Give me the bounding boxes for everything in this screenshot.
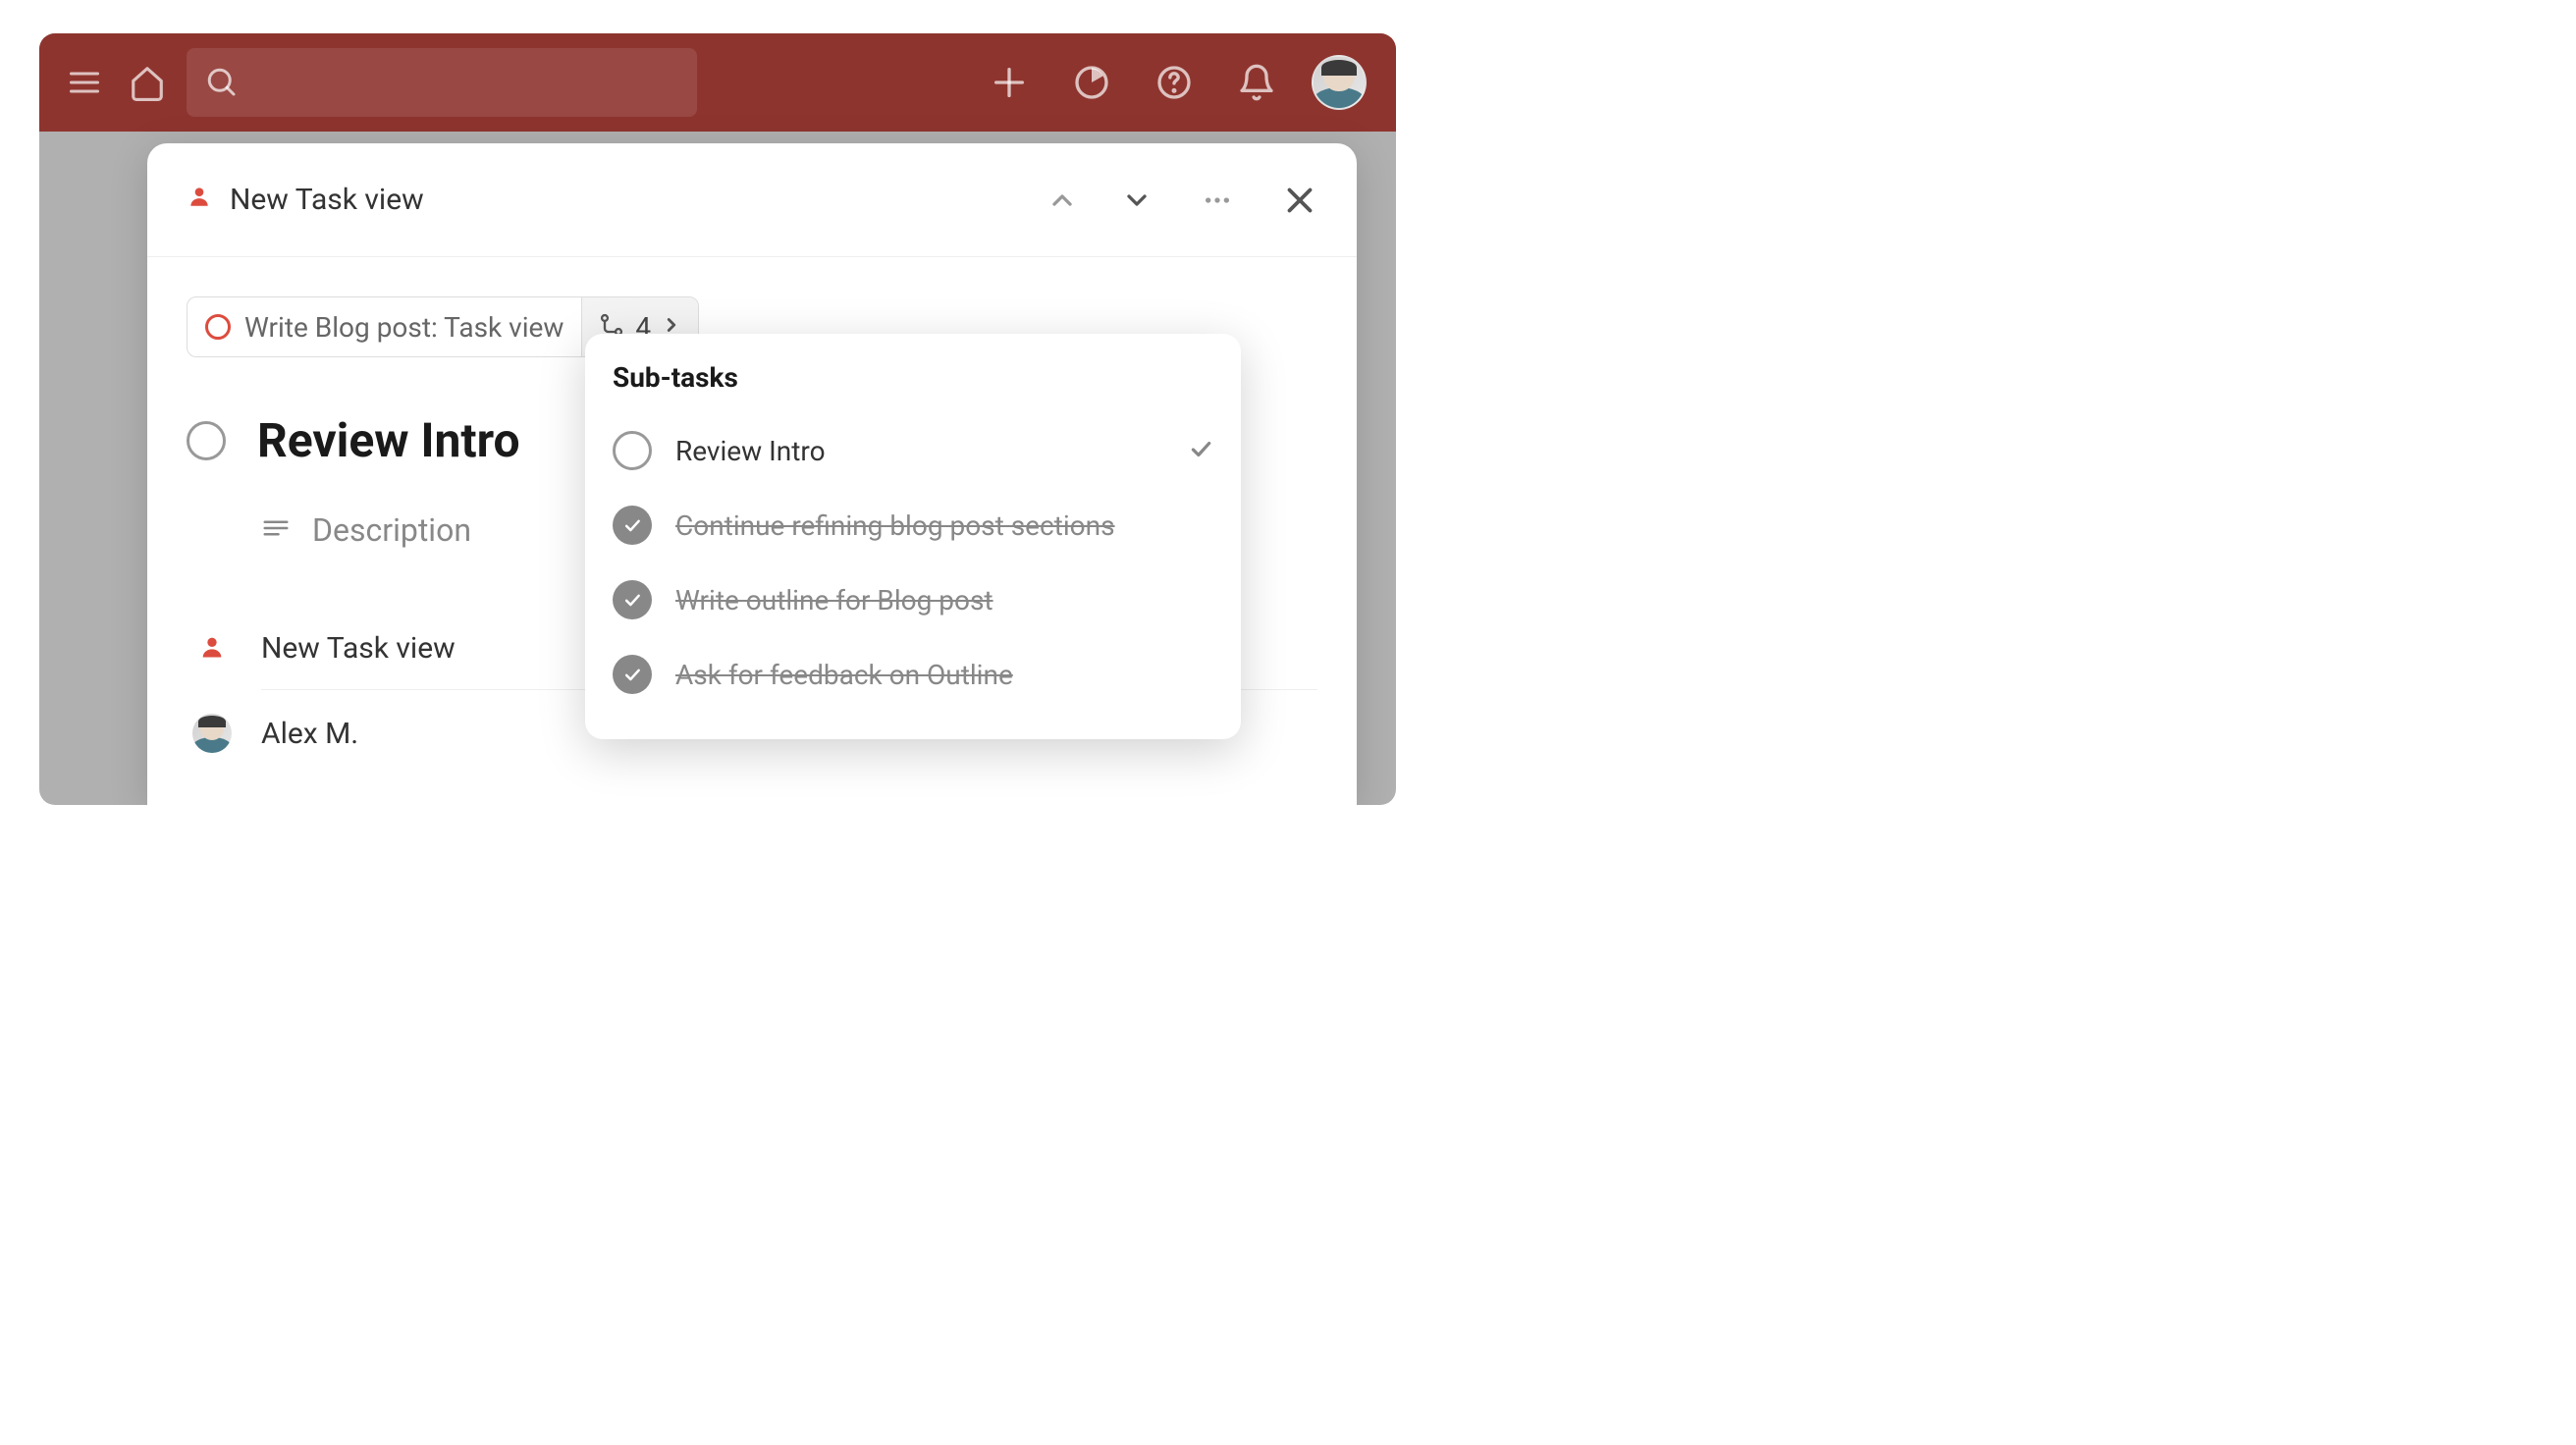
subtask-checkbox-done[interactable] [613, 580, 652, 619]
prev-task-button[interactable] [1046, 185, 1078, 216]
subtask-label: Review Intro [675, 435, 1164, 467]
task-title[interactable]: Review Intro [257, 412, 520, 468]
task-checkbox[interactable] [187, 421, 226, 460]
subtask-checkbox[interactable] [613, 431, 652, 470]
modal-header: New Task view [147, 143, 1357, 257]
subtask-item[interactable]: Review Intro [613, 413, 1213, 488]
meta-assignee-label: Alex M. [261, 717, 358, 751]
subtask-checkbox-done[interactable] [613, 655, 652, 694]
home-icon[interactable] [120, 55, 175, 110]
modal-header-actions [1046, 183, 1317, 218]
search-input[interactable] [187, 48, 697, 117]
topbar [39, 33, 1396, 132]
person-icon [198, 633, 226, 665]
subtask-item[interactable]: Ask for feedback on Outline [613, 637, 1213, 712]
subtask-item[interactable]: Write outline for Blog post [613, 562, 1213, 637]
subtask-label: Continue refining blog post sections [675, 509, 1213, 542]
subtasks-popover: Sub-tasks Review Intro Continue refining… [585, 334, 1241, 739]
productivity-icon[interactable] [1064, 55, 1119, 110]
help-icon[interactable] [1147, 55, 1202, 110]
parent-task-link[interactable]: Write Blog post: Task view [188, 297, 581, 356]
subtasks-popover-title: Sub-tasks [613, 361, 1213, 394]
more-options-button[interactable] [1196, 185, 1239, 216]
meta-project-label: New Task view [261, 631, 456, 666]
menu-icon[interactable] [57, 55, 112, 110]
search-icon [204, 65, 240, 100]
person-icon [187, 183, 212, 217]
close-button[interactable] [1282, 183, 1317, 218]
add-icon[interactable] [982, 55, 1037, 110]
assignee-avatar [192, 714, 232, 753]
parent-task-checkbox[interactable] [205, 314, 231, 340]
breadcrumb-project-label: New Task view [230, 183, 424, 217]
subtask-label: Ask for feedback on Outline [675, 659, 1213, 691]
next-task-button[interactable] [1121, 185, 1153, 216]
notifications-icon[interactable] [1229, 55, 1284, 110]
subtask-label: Write outline for Blog post [675, 584, 1213, 616]
breadcrumb-project[interactable]: New Task view [187, 183, 424, 217]
avatar[interactable] [1312, 55, 1367, 110]
subtask-item[interactable]: Continue refining blog post sections [613, 488, 1213, 562]
check-icon [1188, 436, 1213, 465]
topbar-right [982, 55, 1378, 110]
description-placeholder: Description [312, 511, 471, 549]
description-icon [261, 513, 291, 547]
parent-task-title: Write Blog post: Task view [244, 311, 564, 344]
subtask-checkbox-done[interactable] [613, 506, 652, 545]
